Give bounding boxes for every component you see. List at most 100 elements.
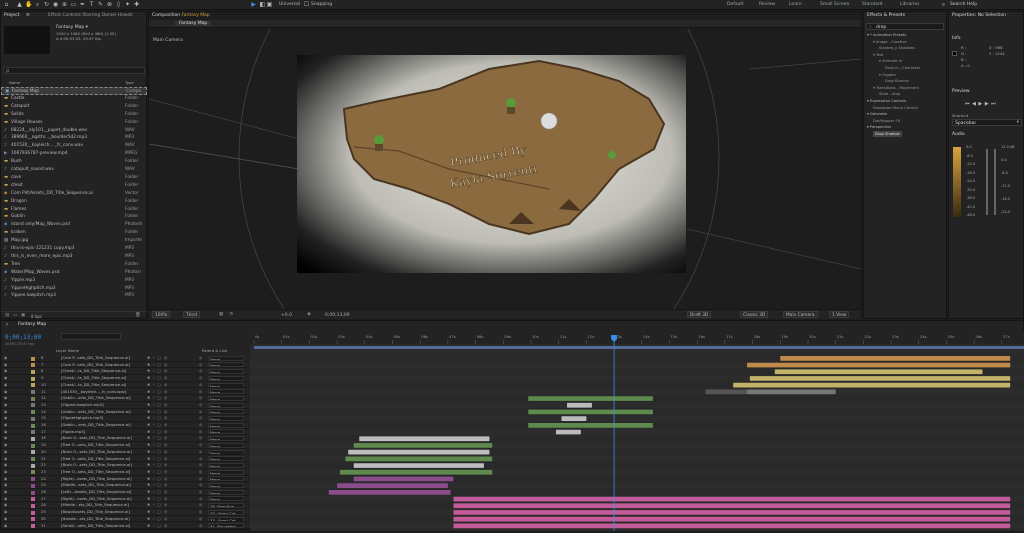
comp-viewer[interactable]: Produced By Kayla Sorrenti xyxy=(149,29,861,309)
layer-label-color[interactable] xyxy=(31,503,35,508)
layer-name[interactable]: [Bush O...sets_DD_Title_Sequence.ai] xyxy=(61,449,143,455)
camera-tool-icon[interactable]: ◉ xyxy=(52,1,59,8)
parent-dropdown[interactable]: None xyxy=(208,416,244,422)
parent-dropdown[interactable]: None xyxy=(208,469,244,475)
layer-switches[interactable]: ✱ ⁄ ▢ ◎ xyxy=(147,395,168,401)
layer-duration-bar[interactable] xyxy=(353,463,484,468)
layer-label-color[interactable] xyxy=(31,403,35,408)
layer-label-color[interactable] xyxy=(31,463,35,468)
universal-check[interactable]: Universal xyxy=(279,2,300,7)
eye-icon[interactable]: ◉ xyxy=(4,435,7,441)
layer-label-color[interactable] xyxy=(31,524,35,528)
parent-dropdown[interactable]: None xyxy=(208,429,244,435)
comp-subtab[interactable]: Fantasy Map xyxy=(175,21,212,26)
effects-tree-item[interactable]: ▾ Image - Creative xyxy=(873,39,907,45)
audio-slider-left[interactable] xyxy=(986,149,988,215)
layer-duration-bar[interactable] xyxy=(555,429,581,435)
snapping-check[interactable]: Snapping xyxy=(311,2,332,7)
layer-duration-bar[interactable] xyxy=(339,469,493,475)
eye-icon[interactable]: ◉ xyxy=(4,422,7,428)
layer-name[interactable]: [Chest/...ts_DD_Title_Sequence.ai] xyxy=(61,375,143,381)
workspace-default[interactable]: Default xyxy=(727,2,743,7)
timeline-tab[interactable]: Fantasy Map xyxy=(15,321,49,329)
effects-tree-item[interactable]: ▾ Organic xyxy=(879,72,896,78)
layer-name[interactable]: [Handle...ets_DD_Title_Sequence.ai] xyxy=(61,516,143,522)
effects-tree-item[interactable]: ▾ Transitions - Movement xyxy=(873,85,919,91)
layer-switches[interactable]: ✱ ⁄ ▢ ◎ xyxy=(147,368,168,374)
project-item[interactable]: ♪ Yippie.mp3 MP3 xyxy=(1,277,147,285)
layer-switches[interactable]: ✱ ⁄ ▢ ◎ xyxy=(147,502,168,508)
pickwhip-icon[interactable]: ◎ xyxy=(199,355,202,361)
layer-duration-bar[interactable] xyxy=(353,476,454,482)
layer-duration-bar[interactable] xyxy=(453,523,1011,529)
project-item[interactable]: ▬ Castle Folder xyxy=(1,95,147,103)
workspace-review[interactable]: Review xyxy=(759,2,775,7)
layer-switches[interactable]: ✱ ⁄ ▢ ◎ xyxy=(147,442,168,448)
eye-icon[interactable]: ◉ xyxy=(4,409,7,415)
project-item[interactable]: ▬ Tree Folder xyxy=(1,261,147,269)
layer-switches[interactable]: ✱ ⁄ ▢ ◎ xyxy=(147,469,168,475)
pickwhip-icon[interactable]: ◎ xyxy=(199,395,202,401)
layer-label-color[interactable] xyxy=(31,477,35,482)
layer-switches[interactable]: ✱ ⁄ ▢ ◎ xyxy=(147,496,168,502)
bpc-label[interactable]: 8 bpc xyxy=(31,314,42,319)
parent-dropdown[interactable]: None xyxy=(208,422,244,428)
eye-icon[interactable]: ◉ xyxy=(4,516,7,522)
parent-dropdown[interactable]: None xyxy=(208,395,244,401)
interpret-footage-icon[interactable]: ▤ xyxy=(5,313,9,318)
eye-icon[interactable]: ◉ xyxy=(4,496,7,502)
timeline-tracks[interactable]: 0s 01s 02s 03s 04s 05s 06s 07s 08s 09s 10s 11s 12s 13… xyxy=(250,331,1024,531)
project-item[interactable]: ♪ YippieHighpitch.mp3 MP3 xyxy=(1,285,147,293)
search-icon[interactable]: ⌕ xyxy=(940,1,947,8)
parent-dropdown[interactable]: None xyxy=(208,489,244,495)
parent-dropdown[interactable]: 33. (Arm) Cat xyxy=(208,516,244,522)
project-item[interactable]: ▨ Map.jpg Importe xyxy=(1,237,147,245)
parent-dropdown[interactable]: 28. Bow/Arw xyxy=(208,503,244,509)
parent-dropdown[interactable]: None xyxy=(208,449,244,455)
new-folder-icon[interactable]: ▭ xyxy=(13,313,17,318)
layer-label-color[interactable] xyxy=(31,443,35,448)
info-tab[interactable]: Info xyxy=(952,36,961,41)
layer-label-color[interactable] xyxy=(31,430,35,435)
layer-duration-bar[interactable] xyxy=(528,423,653,428)
layer-switches[interactable]: ✱ ⁄ ▢ ◎ xyxy=(147,429,168,435)
layer-name[interactable]: [Tree O...sets_DD_Title_Sequence.ai] xyxy=(61,469,143,475)
eye-icon[interactable]: ◉ xyxy=(4,489,7,495)
timeline-layer-row[interactable]: ◉ 31 [Small/...sets_DD_Title_Sequence.ai] ✱… xyxy=(1,523,249,530)
pickwhip-icon[interactable]: ◎ xyxy=(199,375,202,381)
pickwhip-icon[interactable]: ◎ xyxy=(199,523,202,529)
parent-dropdown[interactable]: None xyxy=(208,402,244,408)
last-frame-icon[interactable]: ⏭ xyxy=(991,101,998,107)
preview-tab[interactable]: Preview xyxy=(952,89,970,94)
trash-icon[interactable]: 🗑 xyxy=(135,313,141,318)
project-item[interactable]: ♪ catapult_sound.wav WAV xyxy=(1,166,147,174)
pickwhip-icon[interactable]: ◎ xyxy=(199,402,202,408)
timeline-layer-row[interactable]: ◉ 8 [Chest/...ts_DD_Title_Sequence.ai] ✱ ⁄ … xyxy=(1,368,249,376)
project-item[interactable]: ▬ Dragon Folder xyxy=(1,198,147,206)
timeline-layer-row[interactable]: ◉ 26 [Left/...Assets_DD_Title_Sequence.ai]… xyxy=(1,489,249,496)
draft-3d-toggle[interactable]: Draft 3D xyxy=(687,311,712,318)
parent-dropdown[interactable]: None xyxy=(208,362,244,368)
workspace-libraries[interactable]: Libraries xyxy=(900,2,919,7)
effects-tree-item[interactable]: ▾ Text xyxy=(873,52,883,58)
eye-icon[interactable]: ◉ xyxy=(4,462,7,468)
timeline-layer-row[interactable]: ◉ 21 [Tree O...sets_DD_Title_Sequence.ai] ✱… xyxy=(1,456,249,463)
zoom-tool-icon[interactable]: ⌕ xyxy=(34,1,41,8)
parent-dropdown[interactable]: None xyxy=(208,355,244,361)
layer-name[interactable]: [Small/...sets_DD_Title_Sequence.ai] xyxy=(61,523,143,529)
effects-tree-item[interactable]: ▾ Animate In xyxy=(879,58,902,64)
pickwhip-icon[interactable]: ◎ xyxy=(199,482,202,488)
home-icon[interactable]: ⌂ xyxy=(3,1,10,8)
project-item[interactable]: ▶ 1087936787-preview.mp4 MPEG xyxy=(1,150,147,158)
pickwhip-icon[interactable]: ◎ xyxy=(199,429,202,435)
timeline-layer-row[interactable]: ◉ 14 [Goblin...sets_DD_Title_Sequence.ai] ✱… xyxy=(1,409,249,416)
layer-duration-bar[interactable] xyxy=(453,516,1011,522)
eye-icon[interactable]: ◉ xyxy=(4,375,7,381)
timeline-layer-row[interactable]: ◉ 17 [Yippie.mp3] ✱ ⁄ ▢ ◎ ◎ None xyxy=(1,429,249,436)
parent-dropdown[interactable]: None xyxy=(208,496,244,502)
layer-name[interactable]: [Tree O...sets_DD_Title_Sequence.ai] xyxy=(61,442,143,448)
layer-duration-bar[interactable] xyxy=(705,389,748,395)
snapping-icon[interactable]: ◧ xyxy=(259,1,266,8)
project-item[interactable]: ▬ Goblin Folder xyxy=(1,213,147,221)
layer-duration-bar[interactable] xyxy=(561,416,587,421)
